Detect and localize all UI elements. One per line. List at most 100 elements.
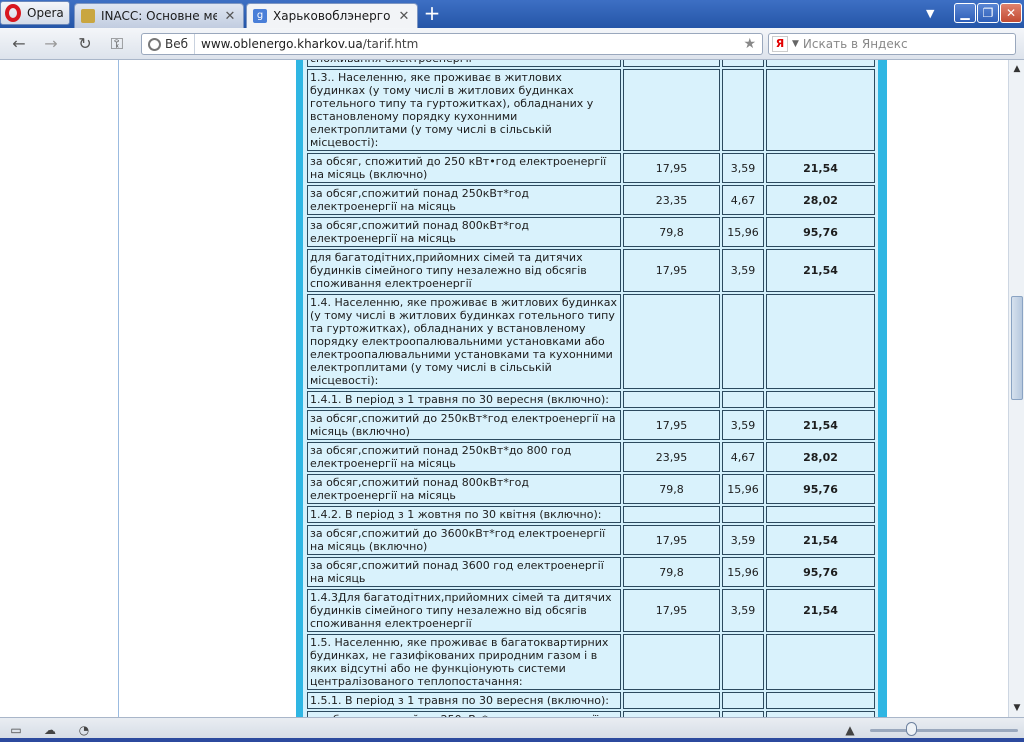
table-row: 1.5.1. В період з 1 травня по 30 вересня…	[307, 692, 875, 709]
desc-cell: за обсяг,спожитий до 250кВт*год електрое…	[307, 410, 621, 440]
tab-title: Харьковоблэнерго	[273, 9, 391, 23]
vat-value-cell: 3,59	[722, 153, 764, 183]
desc-cell: за обсяг,спожитий понад 800кВт*год елект…	[307, 217, 621, 247]
key-icon[interactable]: ⚿	[106, 34, 128, 54]
tariff-value-cell: 17,95	[623, 249, 720, 292]
tab-menu-chevron-icon[interactable]: ▼	[926, 7, 934, 20]
google-favicon-icon: g	[253, 9, 267, 23]
yandex-icon: Я	[772, 36, 788, 52]
speed-dial-icon[interactable]: ◔	[76, 723, 92, 737]
close-tab-icon[interactable]: ✕	[223, 9, 237, 24]
globe-icon	[148, 37, 161, 51]
tab-kharkovoblenergo[interactable]: g Харьковоблэнерго ✕	[246, 3, 418, 28]
zoom-slider-knob[interactable]	[906, 722, 917, 736]
table-row: 1.4.1. В період з 1 травня по 30 вересня…	[307, 391, 875, 408]
total-value-cell: 95,76	[766, 217, 875, 247]
total-value-cell	[766, 692, 875, 709]
desc-cell: за обсяг,спожитий понад 250кВт*до 800 го…	[307, 442, 621, 472]
tariff-value-cell	[623, 60, 720, 67]
inacc-favicon-icon	[81, 9, 95, 23]
chevron-down-icon[interactable]: ▼	[792, 39, 799, 49]
opera-logo-icon	[5, 4, 21, 22]
close-window-button[interactable]: ✕	[1000, 3, 1022, 23]
vat-value-cell	[722, 391, 764, 408]
tab-inacc[interactable]: INACC: Основне меню с... ✕	[74, 3, 244, 28]
total-value-cell: 21,54	[766, 153, 875, 183]
desc-cell: 1.5. Населенню, яке проживає в багатоква…	[307, 634, 621, 690]
url-path: /tarif.htm	[362, 37, 419, 51]
tariff-value-cell	[623, 692, 720, 709]
table-row: 1.4.2. В період з 1 жовтня по 30 квітня …	[307, 506, 875, 523]
desc-cell: за обсяг, спожитий до 250 кВт•год електр…	[307, 153, 621, 183]
table-row: за обсяг,спожитий до 250кВт*год електрое…	[307, 410, 875, 440]
tariff-value-cell	[623, 634, 720, 690]
opera-menu-button[interactable]: Opera	[0, 1, 70, 25]
tariff-table: споживання електроенергії 1.3.. Населенню…	[305, 60, 877, 717]
tab-title: INACC: Основне меню с...	[101, 9, 217, 23]
scroll-up-icon[interactable]: ▲	[1012, 64, 1022, 74]
tariff-value-cell: 79,8	[623, 217, 720, 247]
tariff-value-cell: 17,95	[623, 410, 720, 440]
table-row: за обсяг,спожитий понад 800кВт*год елект…	[307, 474, 875, 504]
desc-cell: 1.4.3Для багатодітних,прийомних сімей та…	[307, 589, 621, 632]
scroll-down-icon[interactable]: ▼	[1012, 703, 1022, 713]
total-value-cell	[766, 506, 875, 523]
tariff-value-cell: 17,95	[623, 525, 720, 555]
reload-button[interactable]: ↻	[74, 34, 96, 54]
tariff-value-cell: 17,95	[623, 589, 720, 632]
opera-menu-label: Opera	[27, 6, 64, 20]
table-row: для багатодітних,прийомних сімей та дитя…	[307, 249, 875, 292]
total-value-cell: 21,54	[766, 525, 875, 555]
total-value-cell: 21,54	[766, 589, 875, 632]
forward-button[interactable]: →	[40, 34, 62, 54]
desc-cell: споживання електроенергії	[307, 60, 621, 67]
desc-cell: за обсяг,спожитий понад 3600 год електро…	[307, 557, 621, 587]
page-side-border	[118, 60, 119, 717]
zoom-menu-icon[interactable]: ▲	[842, 723, 858, 737]
table-row: за обсяг,спожитий понад 800кВт*год елект…	[307, 217, 875, 247]
vat-value-cell	[722, 692, 764, 709]
scroll-thumb[interactable]	[1011, 296, 1023, 400]
desc-cell: за обсяг,спожитий понад 800кВт*год елект…	[307, 474, 621, 504]
vat-value-cell: 3,59	[722, 410, 764, 440]
total-value-cell	[766, 294, 875, 389]
tariff-value-cell	[623, 294, 720, 389]
table-row: 1.4.3Для багатодітних,прийомних сімей та…	[307, 589, 875, 632]
search-field[interactable]: Я ▼ Искать в Яндекс	[768, 33, 1016, 55]
total-value-cell: 21,54	[766, 410, 875, 440]
desc-cell: 1.4.2. В період з 1 жовтня по 30 квітня …	[307, 506, 621, 523]
restore-button[interactable]: ❐	[977, 3, 999, 23]
vat-value-cell	[722, 60, 764, 67]
total-value-cell: 95,76	[766, 474, 875, 504]
url-host: www.oblenergo.kharkov.ua	[201, 37, 363, 51]
zoom-slider[interactable]	[870, 729, 1018, 732]
table-row: за обсяг,спожитий до 3600кВт*год електро…	[307, 525, 875, 555]
address-bar[interactable]: Веб www.oblenergo.kharkov.ua/tarif.htm ★	[141, 33, 763, 55]
new-tab-button[interactable]: +	[421, 3, 443, 25]
cloud-icon[interactable]: ☁	[42, 723, 58, 737]
tab-bar: Opera INACC: Основне меню с... ✕ g Харьк…	[0, 0, 1024, 28]
minimize-button[interactable]: ▁	[954, 3, 976, 23]
tariff-value-cell: 17,95	[623, 153, 720, 183]
close-tab-icon[interactable]: ✕	[397, 9, 411, 24]
total-value-cell	[766, 60, 875, 67]
total-value-cell: 21,54	[766, 249, 875, 292]
panel-toggle-icon[interactable]: ▭	[8, 723, 24, 737]
desc-cell: 1.4.1. В період з 1 травня по 30 вересня…	[307, 391, 621, 408]
address-toolbar: ← → ↻ ⚿ Веб www.oblenergo.kharkov.ua/tar…	[0, 28, 1024, 60]
vat-value-cell: 15,96	[722, 474, 764, 504]
total-value-cell	[766, 634, 875, 690]
vat-value-cell: 15,96	[722, 217, 764, 247]
desc-cell: 1.3.. Населенню, яке проживає в житлових…	[307, 69, 621, 151]
table-row: споживання електроенергії	[307, 60, 875, 67]
bookmark-star-icon[interactable]: ★	[743, 36, 762, 52]
vertical-scrollbar[interactable]: ▲ ▼	[1008, 60, 1024, 717]
url-text[interactable]: www.oblenergo.kharkov.ua/tarif.htm	[195, 37, 743, 51]
tariff-value-cell	[623, 506, 720, 523]
table-row: 1.3.. Населенню, яке проживає в житлових…	[307, 69, 875, 151]
vat-value-cell: 3,59	[722, 249, 764, 292]
back-button[interactable]: ←	[8, 34, 30, 54]
web-badge[interactable]: Веб	[142, 34, 196, 54]
vat-value-cell	[722, 634, 764, 690]
vat-value-cell: 3,59	[722, 589, 764, 632]
